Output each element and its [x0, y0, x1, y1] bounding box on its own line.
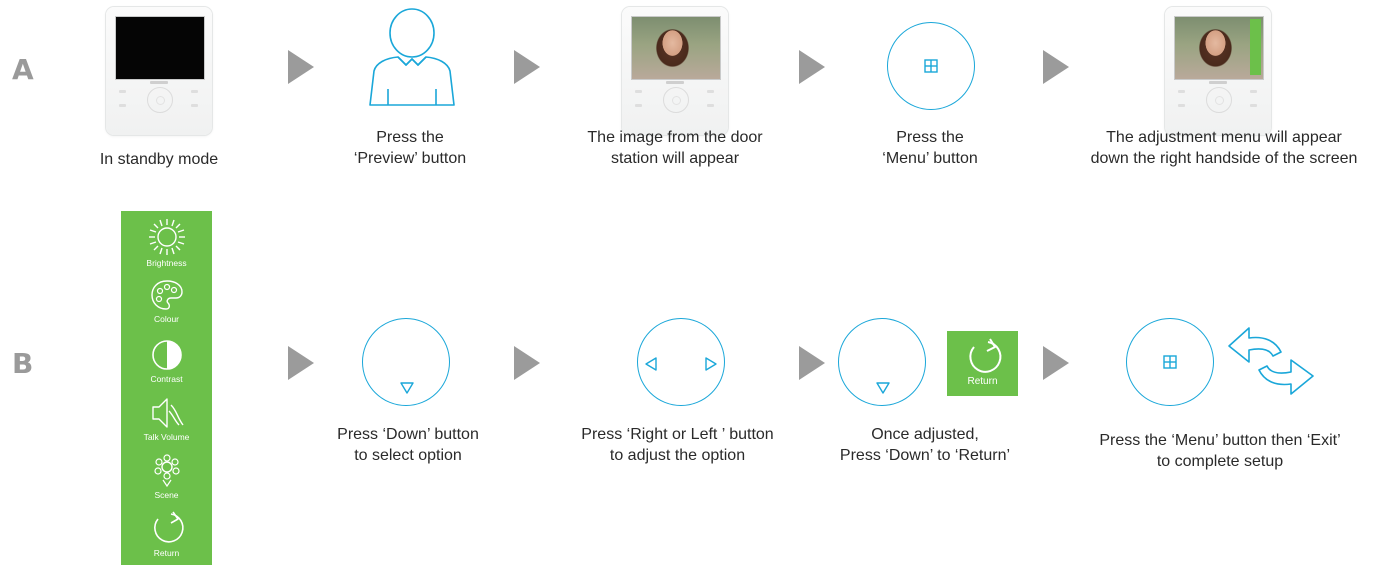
monitor-dpad: [1206, 87, 1232, 113]
flow-arrow: [514, 346, 540, 380]
flow-arrow: [1043, 50, 1069, 84]
flow-arrow: [288, 346, 314, 380]
brightness-icon: [148, 219, 185, 255]
speaker-icon: [151, 398, 184, 428]
monitor-screen: [115, 16, 205, 80]
menu-grid-icon: [1163, 355, 1177, 369]
menu-button-circle: [1126, 318, 1214, 406]
menu-item-scene: Scene: [121, 453, 212, 500]
down-button-circle: [362, 318, 450, 406]
menu-item-colour: Colour: [121, 277, 212, 324]
monitor-standby: [106, 7, 212, 135]
menu-item-brightness: Brightness: [121, 217, 212, 268]
flow-arrow: [1043, 346, 1069, 380]
row-label-a: A: [12, 53, 34, 86]
caption-b3: Once adjusted, Press ‘Down’ to ‘Return’: [839, 426, 1011, 464]
down-triangle-icon: [876, 382, 890, 394]
right-triangle-icon: [705, 357, 717, 371]
return-option-box: Return: [947, 331, 1018, 396]
flow-arrow: [799, 50, 825, 84]
menu-item-talk-volume: Talk Volume: [121, 395, 212, 442]
flow-arrow: [799, 346, 825, 380]
monitor-screen: [1174, 16, 1264, 80]
adjustment-menu-panel: Brightness Colour Contrast Talk Volume S…: [121, 211, 212, 565]
menu-item-return: Return: [121, 509, 212, 558]
adjustment-menu-strip: [1250, 19, 1261, 75]
contrast-icon: [151, 340, 182, 370]
left-triangle-icon: [645, 357, 657, 371]
caption-a4: Press the ‘Menu’ button: [882, 129, 978, 167]
caption-a2: Press the ‘Preview’ button: [353, 129, 467, 167]
caption-b1: Press ‘Down’ button to select option: [337, 426, 479, 464]
person-preview-icon: [369, 8, 455, 106]
caption-a5: The adjustment menu will appear down the…: [1090, 129, 1358, 167]
exit-arrows-icon: [1228, 327, 1314, 395]
menu-item-contrast: Contrast: [121, 337, 212, 384]
return-icon: [968, 338, 1001, 373]
monitor-screen: [631, 16, 721, 80]
menu-grid-icon: [924, 59, 938, 73]
flow-arrow: [288, 50, 314, 84]
monitor-dpad: [663, 87, 689, 113]
return-icon: [153, 511, 184, 543]
caption-a1: In standby mode: [99, 151, 219, 168]
monitor-with-menu: [1165, 7, 1271, 135]
left-right-button-circle: [637, 318, 725, 406]
monitor-dpad: [147, 87, 173, 113]
palette-icon: [150, 280, 183, 310]
caption-a3: The image from the door station will app…: [587, 129, 763, 167]
monitor-image: [622, 7, 728, 135]
down-button-circle: [838, 318, 926, 406]
menu-button-circle: [887, 22, 975, 110]
scene-icon: [153, 454, 180, 488]
flow-arrow: [514, 50, 540, 84]
down-triangle-icon: [400, 382, 414, 394]
caption-b4: Press the ‘Menu’ button then ‘Exit’ to c…: [1099, 432, 1341, 470]
caption-b2: Press ‘Right or Left ’ button to adjust …: [581, 426, 774, 464]
row-label-b: B: [12, 347, 34, 380]
